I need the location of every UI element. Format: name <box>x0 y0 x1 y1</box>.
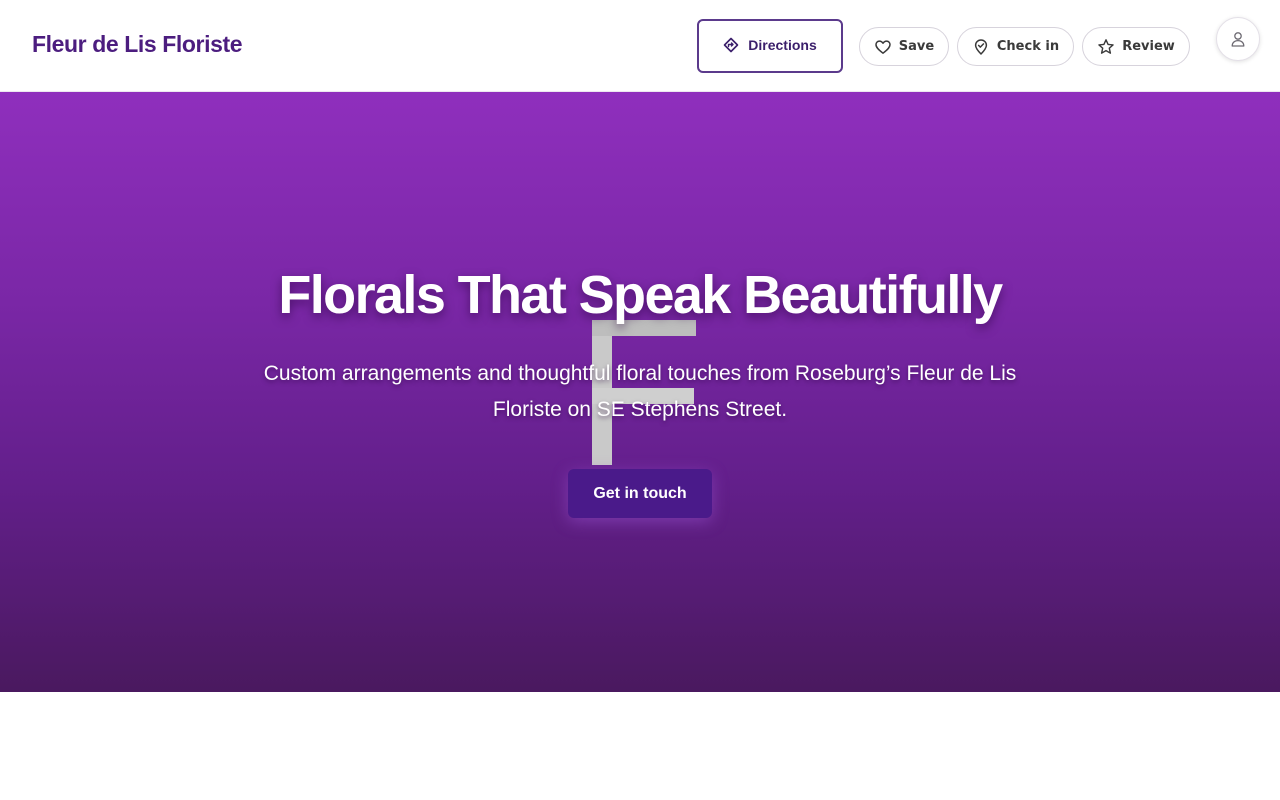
review-label: Review <box>1122 39 1175 54</box>
heart-icon <box>874 38 892 56</box>
hero-section: Florals That Speak Beautifully Custom ar… <box>0 92 1280 692</box>
directions-icon <box>723 37 739 53</box>
save-label: Save <box>898 39 935 54</box>
map-pin-icon <box>972 38 990 56</box>
check-in-label: Check in <box>996 39 1060 54</box>
brand-name[interactable]: Fleur de Lis Floriste <box>32 31 243 58</box>
get-in-touch-button[interactable]: Get in touch <box>568 469 712 518</box>
check-in-button[interactable]: Check in <box>957 27 1074 66</box>
star-icon <box>1097 38 1115 56</box>
save-button[interactable]: Save <box>859 27 949 66</box>
hero-title: Florals That Speak Beautifully <box>278 265 1003 325</box>
directions-label: Directions <box>748 37 817 53</box>
user-icon <box>1229 30 1247 48</box>
account-button[interactable] <box>1216 17 1260 61</box>
site-header: Fleur de Lis Floriste Directions Save Ch… <box>0 0 1280 92</box>
hero-subtitle: Custom arrangements and thoughtful flora… <box>263 362 1017 421</box>
directions-button[interactable]: Directions <box>697 19 843 73</box>
review-button[interactable]: Review <box>1082 27 1190 66</box>
